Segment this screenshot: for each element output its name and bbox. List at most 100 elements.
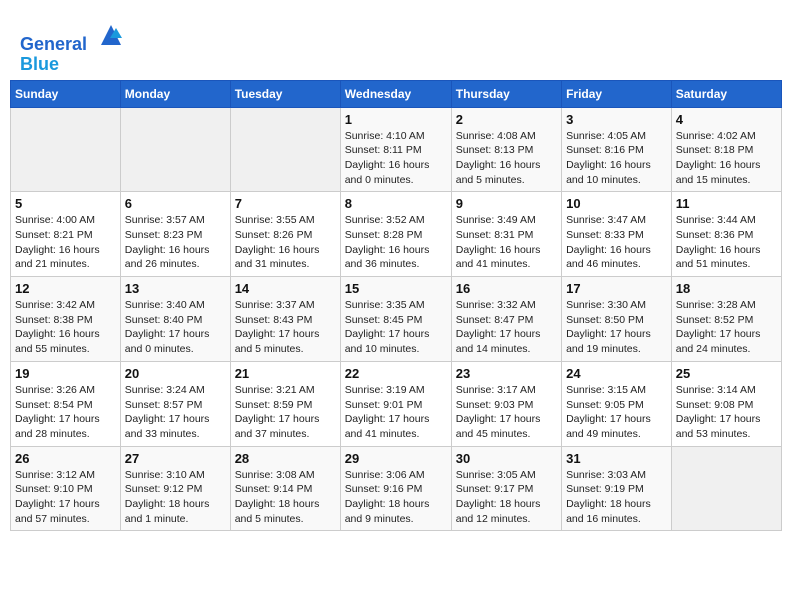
calendar-cell: 13 Sunrise: 3:40 AMSunset: 8:40 PMDayligh… [120, 277, 230, 362]
day-info: Sunrise: 3:14 AMSunset: 9:08 PMDaylight:… [676, 383, 777, 442]
day-info: Sunrise: 3:19 AMSunset: 9:01 PMDaylight:… [345, 383, 447, 442]
day-number: 24 [566, 366, 667, 381]
day-info: Sunrise: 3:26 AMSunset: 8:54 PMDaylight:… [15, 383, 116, 442]
calendar-cell [671, 446, 781, 531]
calendar-cell: 22 Sunrise: 3:19 AMSunset: 9:01 PMDayligh… [340, 361, 451, 446]
day-number: 19 [15, 366, 116, 381]
page-header: General Blue [10, 10, 782, 80]
day-info: Sunrise: 4:08 AMSunset: 8:13 PMDaylight:… [456, 129, 557, 188]
day-number: 11 [676, 196, 777, 211]
calendar-cell: 1 Sunrise: 4:10 AMSunset: 8:11 PMDaylight… [340, 107, 451, 192]
calendar-cell: 31Sunrise: 3:03 AMSunset: 9:19 PMDayligh… [562, 446, 672, 531]
calendar-cell [120, 107, 230, 192]
calendar-cell: 9Sunrise: 3:49 AMSunset: 8:31 PMDaylight… [451, 192, 561, 277]
calendar-cell: 16 Sunrise: 3:32 AMSunset: 8:47 PMDayligh… [451, 277, 561, 362]
day-number: 8 [345, 196, 447, 211]
day-number: 26 [15, 451, 116, 466]
calendar-header-row: SundayMondayTuesdayWednesdayThursdayFrid… [11, 80, 782, 107]
day-number: 30 [456, 451, 557, 466]
logo-icon [96, 20, 126, 50]
day-number: 18 [676, 281, 777, 296]
day-info: Sunrise: 3:05 AMSunset: 9:17 PMDaylight:… [456, 468, 557, 527]
calendar-cell: 7Sunrise: 3:55 AMSunset: 8:26 PMDaylight… [230, 192, 340, 277]
calendar-cell: 6 Sunrise: 3:57 AMSunset: 8:23 PMDaylight… [120, 192, 230, 277]
day-info: Sunrise: 4:05 AMSunset: 8:16 PMDaylight:… [566, 129, 667, 188]
day-number: 7 [235, 196, 336, 211]
day-info: Sunrise: 3:17 AMSunset: 9:03 PMDaylight:… [456, 383, 557, 442]
day-number: 23 [456, 366, 557, 381]
day-number: 4 [676, 112, 777, 127]
calendar-cell: 14Sunrise: 3:37 AMSunset: 8:43 PMDayligh… [230, 277, 340, 362]
week-row-1: 1 Sunrise: 4:10 AMSunset: 8:11 PMDaylight… [11, 107, 782, 192]
day-header-wednesday: Wednesday [340, 80, 451, 107]
day-info: Sunrise: 3:42 AMSunset: 8:38 PMDaylight:… [15, 298, 116, 357]
day-info: Sunrise: 4:02 AMSunset: 8:18 PMDaylight:… [676, 129, 777, 188]
day-header-thursday: Thursday [451, 80, 561, 107]
day-number: 15 [345, 281, 447, 296]
calendar-cell: 11 Sunrise: 3:44 AMSunset: 8:36 PMDayligh… [671, 192, 781, 277]
calendar-cell: 19 Sunrise: 3:26 AMSunset: 8:54 PMDayligh… [11, 361, 121, 446]
day-info: Sunrise: 3:24 AMSunset: 8:57 PMDaylight:… [125, 383, 226, 442]
day-info: Sunrise: 3:03 AMSunset: 9:19 PMDaylight:… [566, 468, 667, 527]
calendar-cell: 26 Sunrise: 3:12 AMSunset: 9:10 PMDayligh… [11, 446, 121, 531]
calendar-cell: 23 Sunrise: 3:17 AMSunset: 9:03 PMDayligh… [451, 361, 561, 446]
day-info: Sunrise: 3:28 AMSunset: 8:52 PMDaylight:… [676, 298, 777, 357]
day-info: Sunrise: 3:06 AMSunset: 9:16 PMDaylight:… [345, 468, 447, 527]
day-number: 20 [125, 366, 226, 381]
day-number: 10 [566, 196, 667, 211]
day-header-monday: Monday [120, 80, 230, 107]
day-info: Sunrise: 3:35 AMSunset: 8:45 PMDaylight:… [345, 298, 447, 357]
day-info: Sunrise: 3:21 AMSunset: 8:59 PMDaylight:… [235, 383, 336, 442]
day-info: Sunrise: 3:47 AMSunset: 8:33 PMDaylight:… [566, 213, 667, 272]
day-info: Sunrise: 3:52 AMSunset: 8:28 PMDaylight:… [345, 213, 447, 272]
day-header-tuesday: Tuesday [230, 80, 340, 107]
day-number: 2 [456, 112, 557, 127]
day-header-saturday: Saturday [671, 80, 781, 107]
day-number: 6 [125, 196, 226, 211]
day-number: 29 [345, 451, 447, 466]
day-info: Sunrise: 4:10 AMSunset: 8:11 PMDaylight:… [345, 129, 447, 188]
logo-blue: Blue [20, 54, 59, 74]
day-number: 27 [125, 451, 226, 466]
day-number: 16 [456, 281, 557, 296]
calendar-cell: 3 Sunrise: 4:05 AMSunset: 8:16 PMDaylight… [562, 107, 672, 192]
day-info: Sunrise: 3:32 AMSunset: 8:47 PMDaylight:… [456, 298, 557, 357]
calendar-cell: 15 Sunrise: 3:35 AMSunset: 8:45 PMDayligh… [340, 277, 451, 362]
calendar-cell: 4 Sunrise: 4:02 AMSunset: 8:18 PMDaylight… [671, 107, 781, 192]
calendar-cell: 8 Sunrise: 3:52 AMSunset: 8:28 PMDaylight… [340, 192, 451, 277]
calendar-cell [11, 107, 121, 192]
day-number: 3 [566, 112, 667, 127]
day-info: Sunrise: 3:12 AMSunset: 9:10 PMDaylight:… [15, 468, 116, 527]
calendar-cell: 5Sunrise: 4:00 AMSunset: 8:21 PMDaylight… [11, 192, 121, 277]
calendar-cell: 25 Sunrise: 3:14 AMSunset: 9:08 PMDayligh… [671, 361, 781, 446]
day-header-friday: Friday [562, 80, 672, 107]
day-info: Sunrise: 3:44 AMSunset: 8:36 PMDaylight:… [676, 213, 777, 272]
day-number: 21 [235, 366, 336, 381]
day-info: Sunrise: 3:40 AMSunset: 8:40 PMDaylight:… [125, 298, 226, 357]
day-number: 13 [125, 281, 226, 296]
calendar-cell: 12Sunrise: 3:42 AMSunset: 8:38 PMDayligh… [11, 277, 121, 362]
calendar-cell [230, 107, 340, 192]
calendar-cell: 30 Sunrise: 3:05 AMSunset: 9:17 PMDayligh… [451, 446, 561, 531]
day-info: Sunrise: 3:49 AMSunset: 8:31 PMDaylight:… [456, 213, 557, 272]
calendar-cell: 18 Sunrise: 3:28 AMSunset: 8:52 PMDayligh… [671, 277, 781, 362]
week-row-5: 26 Sunrise: 3:12 AMSunset: 9:10 PMDayligh… [11, 446, 782, 531]
calendar-cell: 21 Sunrise: 3:21 AMSunset: 8:59 PMDayligh… [230, 361, 340, 446]
day-info: Sunrise: 4:00 AMSunset: 8:21 PMDaylight:… [15, 213, 116, 272]
day-info: Sunrise: 3:37 AMSunset: 8:43 PMDaylight:… [235, 298, 336, 357]
calendar-cell: 27 Sunrise: 3:10 AMSunset: 9:12 PMDayligh… [120, 446, 230, 531]
day-number: 1 [345, 112, 447, 127]
day-info: Sunrise: 3:57 AMSunset: 8:23 PMDaylight:… [125, 213, 226, 272]
calendar-body: 1 Sunrise: 4:10 AMSunset: 8:11 PMDaylight… [11, 107, 782, 531]
calendar-cell: 20 Sunrise: 3:24 AMSunset: 8:57 PMDayligh… [120, 361, 230, 446]
day-info: Sunrise: 3:15 AMSunset: 9:05 PMDaylight:… [566, 383, 667, 442]
day-number: 28 [235, 451, 336, 466]
calendar-cell: 2 Sunrise: 4:08 AMSunset: 8:13 PMDaylight… [451, 107, 561, 192]
day-number: 25 [676, 366, 777, 381]
calendar-cell: 17Sunrise: 3:30 AMSunset: 8:50 PMDayligh… [562, 277, 672, 362]
day-header-sunday: Sunday [11, 80, 121, 107]
week-row-3: 12Sunrise: 3:42 AMSunset: 8:38 PMDayligh… [11, 277, 782, 362]
day-info: Sunrise: 3:10 AMSunset: 9:12 PMDaylight:… [125, 468, 226, 527]
calendar-cell: 24 Sunrise: 3:15 AMSunset: 9:05 PMDayligh… [562, 361, 672, 446]
day-number: 22 [345, 366, 447, 381]
